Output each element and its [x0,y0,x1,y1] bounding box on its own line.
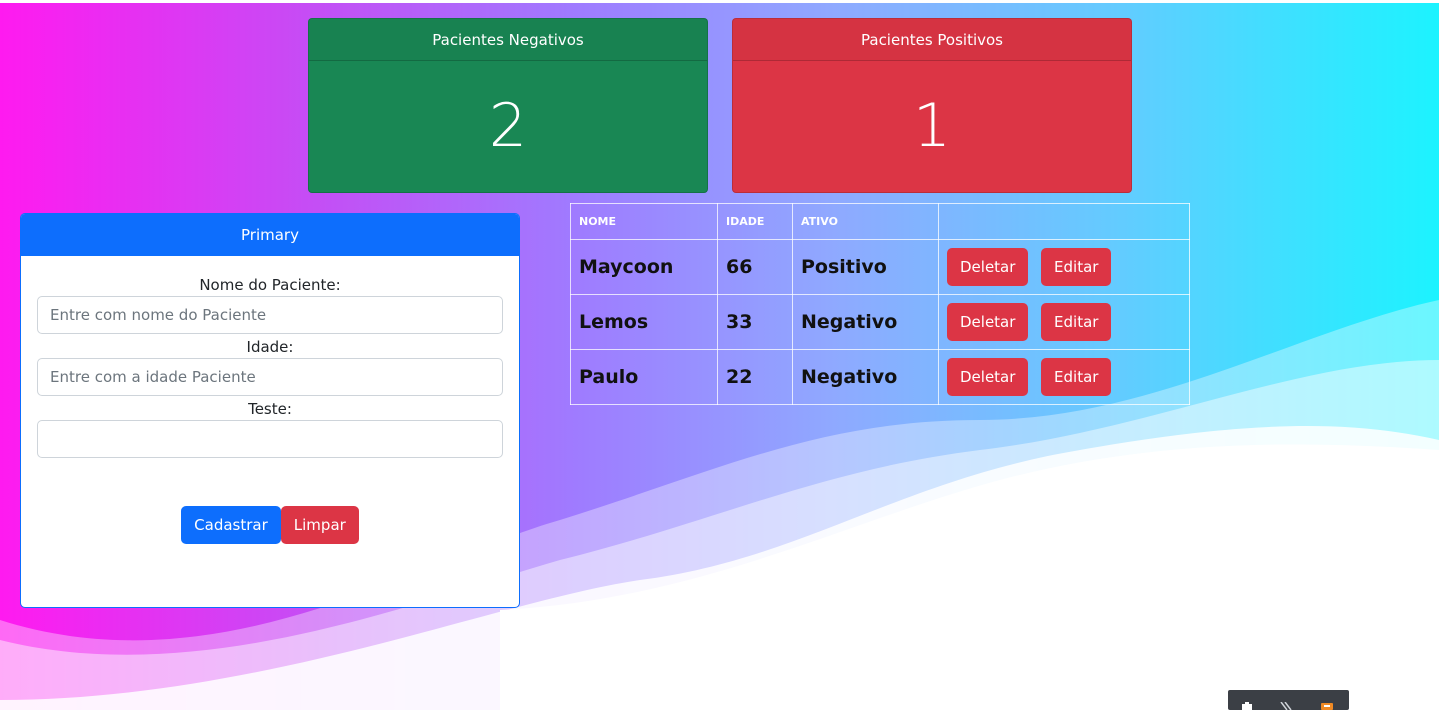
delete-button[interactable]: Deletar [947,303,1029,341]
submit-button[interactable]: Cadastrar [181,506,281,544]
patient-age-input[interactable] [37,358,503,396]
positive-card-title: Pacientes Positivos [733,19,1131,61]
app-icon[interactable] [1320,702,1334,710]
cell-nome: Lemos [570,294,718,350]
table-row: Paulo 22 Negativo Deletar Editar [570,349,1190,405]
delete-button[interactable]: Deletar [947,358,1029,396]
patient-name-input[interactable] [37,296,503,334]
cell-idade: 33 [717,294,793,350]
test-label: Teste: [248,400,292,418]
header-nome: NOME [570,203,718,240]
cell-idade: 66 [717,239,793,295]
header-ativo: ATIVO [792,203,939,240]
positive-patients-card: Pacientes Positivos 1 [732,18,1132,193]
patient-form-card: Primary Nome do Paciente: Idade: Teste: … [20,213,520,608]
clear-button[interactable]: Limpar [280,506,359,544]
cell-actions: Deletar Editar [938,349,1190,405]
header-actions [938,203,1190,240]
form-body: Nome do Paciente: Idade: Teste: Cadastra… [21,256,519,544]
edit-button[interactable]: Editar [1041,248,1112,286]
form-card-header: Primary [21,214,519,256]
negative-count: 2 [488,91,528,161]
name-label: Nome do Paciente: [199,276,341,294]
test-input[interactable] [37,420,503,458]
system-tray [1228,690,1349,710]
chevrons-icon[interactable] [1280,702,1294,710]
delete-button[interactable]: Deletar [947,248,1029,286]
cell-nome: Paulo [570,349,718,405]
cell-ativo: Positivo [792,239,939,295]
positive-count: 1 [912,91,952,161]
negative-patients-card: Pacientes Negativos 2 [308,18,708,193]
shield-icon[interactable] [1240,702,1254,710]
cell-ativo: Negativo [792,349,939,405]
table-header-row: NOME IDADE ATIVO [570,203,1190,240]
cell-idade: 22 [717,349,793,405]
cell-actions: Deletar Editar [938,294,1190,350]
form-actions: Cadastrar Limpar [37,506,503,544]
cell-nome: Maycoon [570,239,718,295]
cell-ativo: Negativo [792,294,939,350]
table-row: Maycoon 66 Positivo Deletar Editar [570,239,1190,295]
header-idade: IDADE [717,203,793,240]
patients-table: NOME IDADE ATIVO Maycoon 66 Positivo Del… [570,203,1190,405]
negative-card-title: Pacientes Negativos [309,19,707,61]
edit-button[interactable]: Editar [1041,358,1112,396]
cell-actions: Deletar Editar [938,239,1190,295]
edit-button[interactable]: Editar [1041,303,1112,341]
age-label: Idade: [246,338,294,356]
table-row: Lemos 33 Negativo Deletar Editar [570,294,1190,350]
top-border [0,0,1439,3]
